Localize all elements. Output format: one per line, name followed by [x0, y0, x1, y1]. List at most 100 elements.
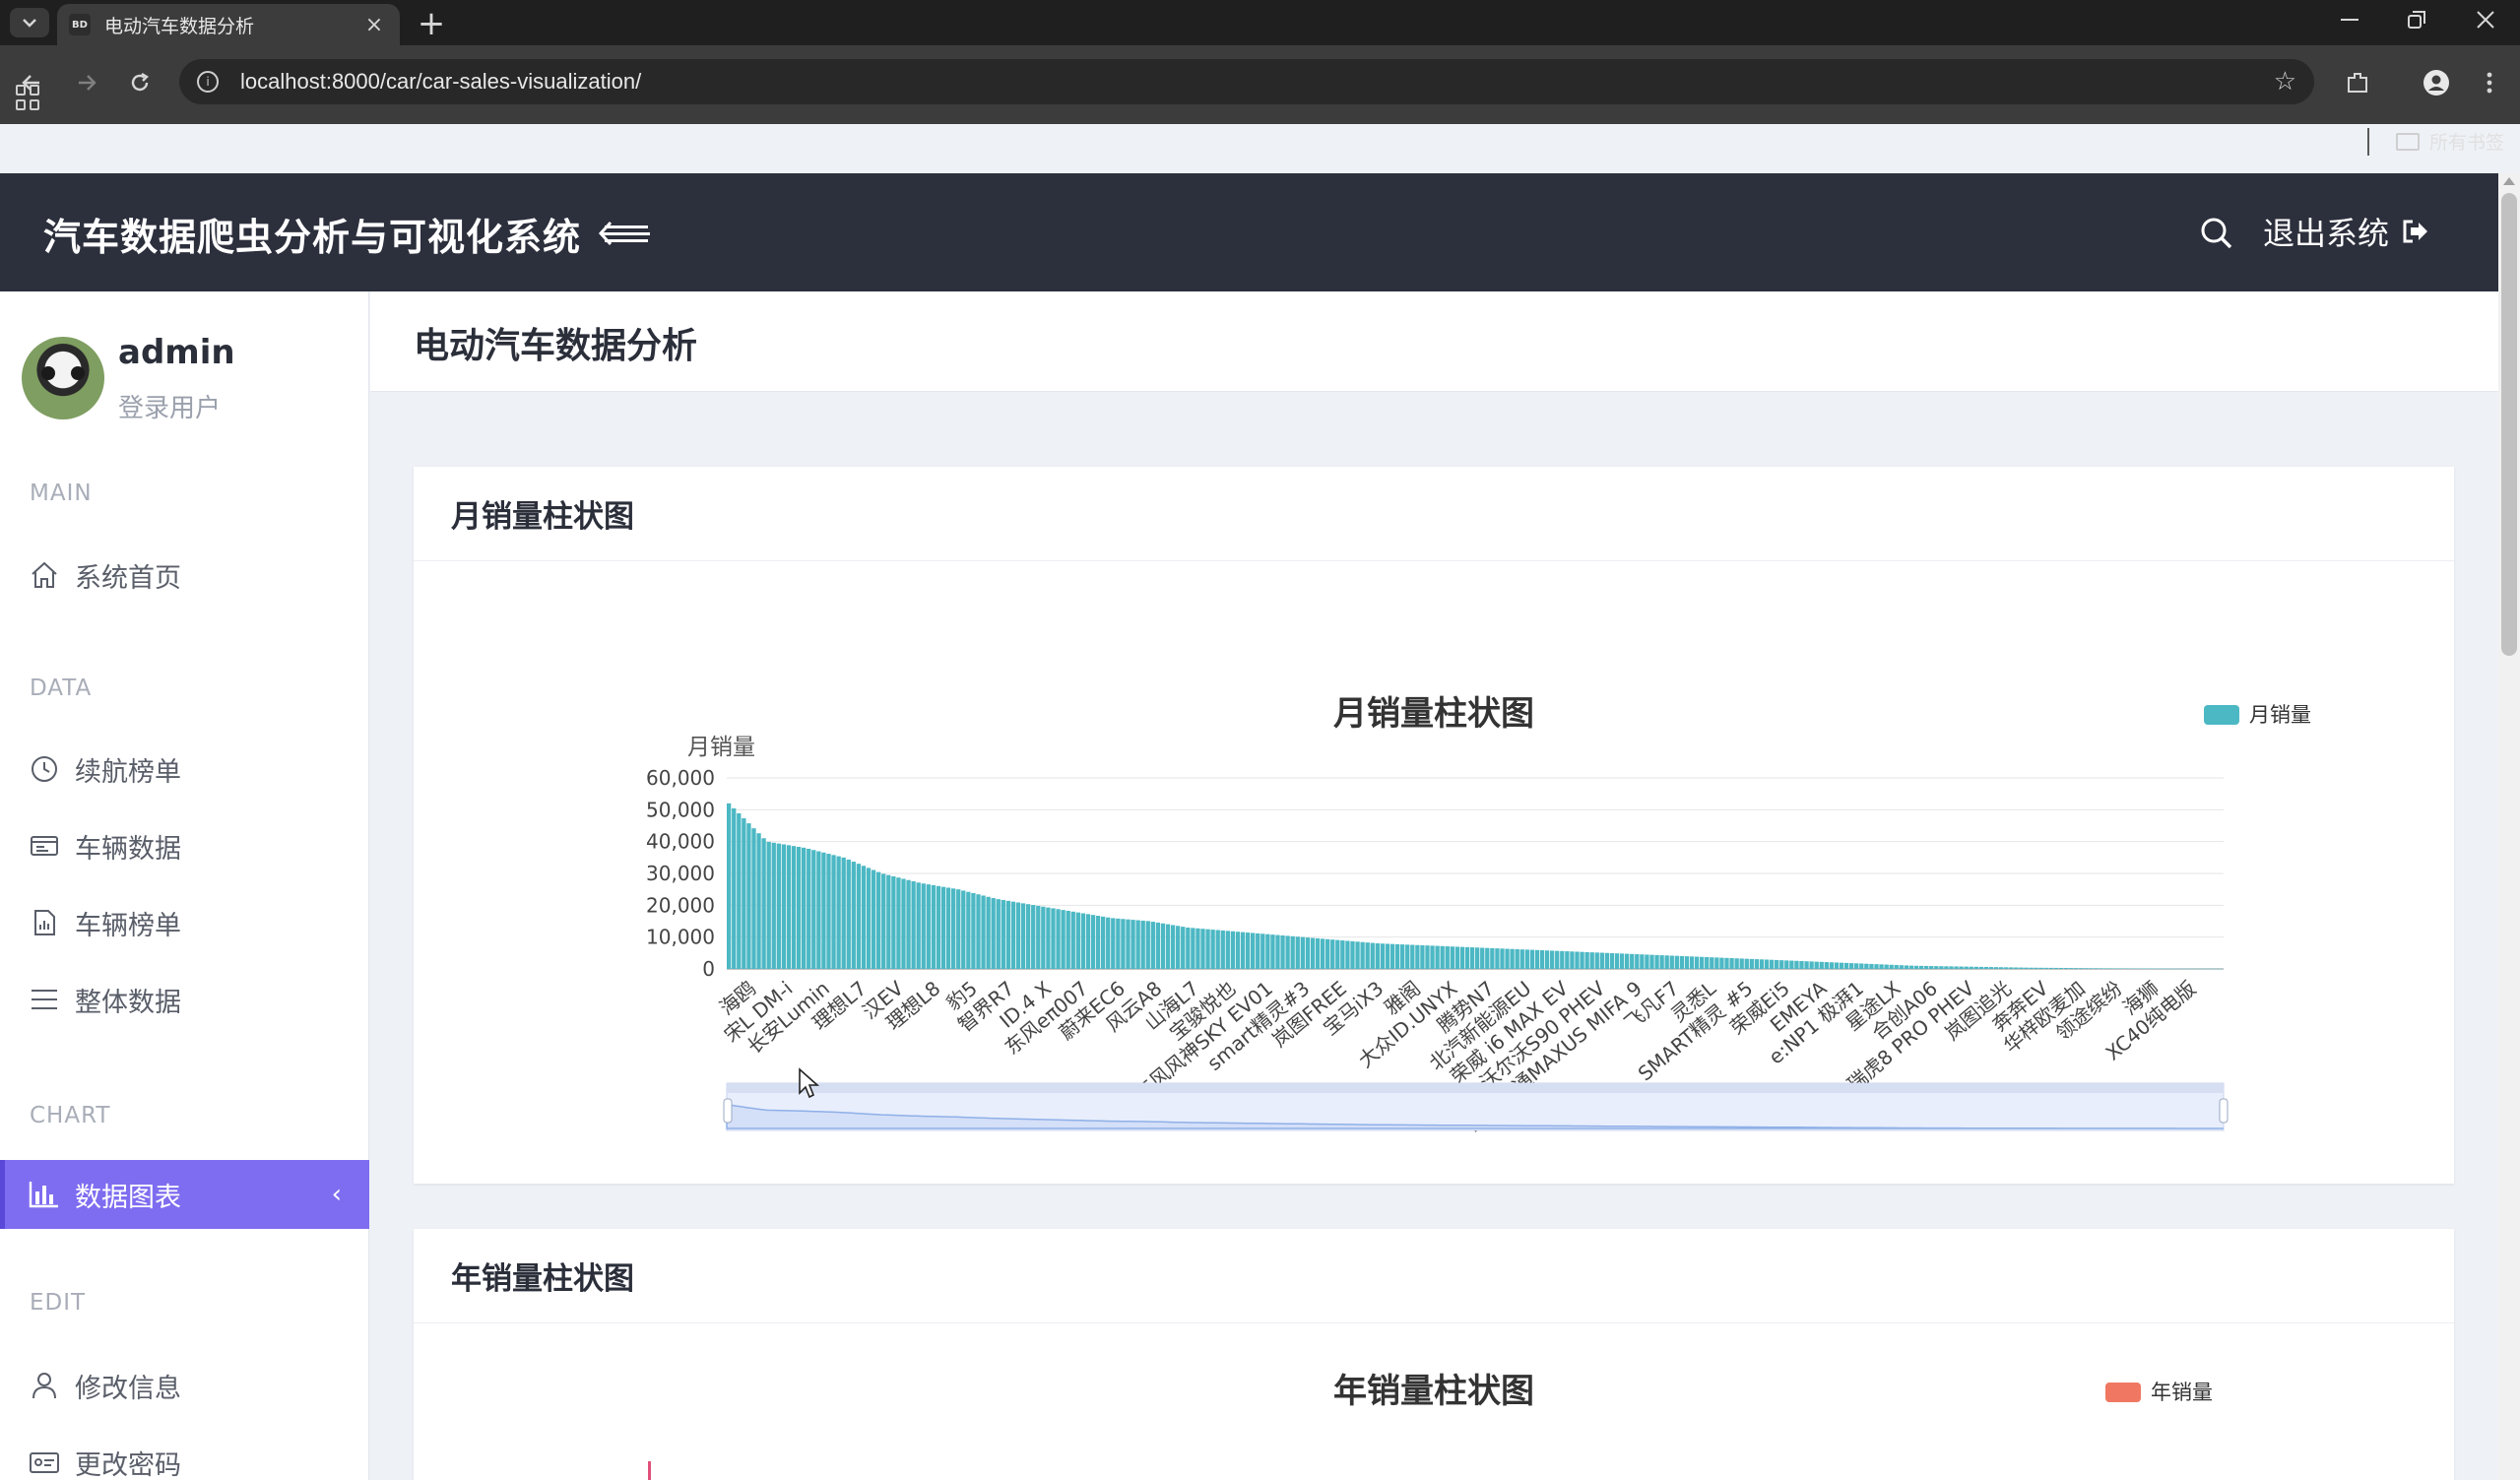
bar[interactable]	[851, 862, 856, 969]
bar[interactable]	[841, 857, 846, 969]
bar[interactable]	[1769, 959, 1775, 969]
bar[interactable]	[945, 887, 951, 969]
bar[interactable]	[1026, 904, 1031, 969]
bar[interactable]	[1694, 956, 1700, 969]
bar[interactable]	[1988, 967, 1994, 969]
bar[interactable]	[981, 895, 986, 969]
bar[interactable]	[2133, 968, 2139, 969]
bar[interactable]	[1440, 945, 1445, 969]
bar[interactable]	[1973, 966, 1978, 969]
bar[interactable]	[1265, 933, 1270, 969]
bar[interactable]	[1929, 966, 1934, 969]
bar[interactable]	[1759, 959, 1765, 969]
restore-icon[interactable]	[2387, 0, 2446, 39]
bar[interactable]	[1924, 965, 1929, 969]
more-menu-icon[interactable]	[2470, 63, 2509, 102]
bar[interactable]	[1454, 946, 1460, 969]
bar[interactable]	[1195, 928, 1200, 969]
bar[interactable]	[2014, 967, 2019, 969]
bar[interactable]	[1724, 957, 1729, 969]
bar[interactable]	[1954, 966, 1959, 969]
bar[interactable]	[2198, 968, 2203, 970]
bar[interactable]	[1749, 958, 1754, 969]
bar[interactable]	[2043, 967, 2048, 969]
bar[interactable]	[1969, 966, 1973, 969]
bar[interactable]	[1215, 930, 1220, 969]
url-text[interactable]: localhost:8000/car/car-sales-visualizati…	[240, 69, 641, 95]
bar[interactable]	[1609, 952, 1615, 969]
bar[interactable]	[781, 844, 787, 969]
bar[interactable]	[766, 841, 771, 969]
bar[interactable]	[856, 864, 862, 969]
bar[interactable]	[2118, 968, 2123, 969]
bar[interactable]	[2108, 968, 2113, 969]
bar[interactable]	[1430, 945, 1435, 969]
bar[interactable]	[1191, 928, 1195, 969]
bar[interactable]	[2154, 968, 2159, 970]
bar[interactable]	[2138, 968, 2144, 970]
bar[interactable]	[871, 869, 876, 969]
bar[interactable]	[1625, 953, 1630, 969]
bar[interactable]	[1983, 966, 1989, 969]
bar[interactable]	[2099, 968, 2103, 969]
bar[interactable]	[836, 856, 841, 969]
bar[interactable]	[1046, 907, 1051, 969]
bar[interactable]	[1843, 962, 1849, 969]
bar[interactable]	[1904, 965, 1909, 969]
bar[interactable]	[1010, 901, 1016, 969]
bar[interactable]	[1519, 949, 1524, 969]
bar[interactable]	[1186, 927, 1191, 969]
bar[interactable]	[2034, 967, 2038, 969]
bar[interactable]	[1051, 908, 1056, 969]
bar[interactable]	[1116, 918, 1121, 969]
bar[interactable]	[1070, 911, 1075, 969]
all-bookmarks-button[interactable]: 所有书签	[2395, 128, 2504, 155]
bar[interactable]	[1464, 946, 1470, 969]
bar[interactable]	[1839, 962, 1844, 969]
bar[interactable]	[1640, 954, 1645, 969]
bar[interactable]	[866, 868, 872, 969]
bar[interactable]	[1884, 964, 1889, 969]
bar[interactable]	[1275, 934, 1280, 969]
bar[interactable]	[796, 847, 802, 969]
bar[interactable]	[1534, 949, 1540, 969]
bar[interactable]	[1131, 920, 1135, 969]
bar[interactable]	[2048, 967, 2053, 969]
bar[interactable]	[756, 833, 761, 969]
sidebar-item-data-charts[interactable]: 数据图表 ‹	[0, 1160, 369, 1229]
bar[interactable]	[891, 875, 896, 969]
bar[interactable]	[1320, 938, 1325, 969]
bar[interactable]	[971, 892, 976, 969]
bar[interactable]	[1360, 941, 1365, 969]
bar[interactable]	[1889, 964, 1894, 969]
bar[interactable]	[1350, 940, 1355, 969]
bar[interactable]	[2123, 968, 2128, 969]
bar[interactable]	[1584, 951, 1589, 969]
bar[interactable]	[1150, 922, 1155, 969]
bar[interactable]	[2038, 967, 2043, 969]
bar[interactable]	[1550, 950, 1555, 969]
bar[interactable]	[1041, 906, 1046, 969]
bar[interactable]	[1300, 936, 1305, 969]
bar[interactable]	[1635, 954, 1640, 969]
bar[interactable]	[1090, 915, 1096, 969]
bar[interactable]	[1400, 944, 1405, 969]
bar[interactable]	[2203, 968, 2209, 970]
bar[interactable]	[1140, 920, 1145, 969]
bar[interactable]	[1829, 962, 1835, 969]
bar[interactable]	[1389, 943, 1395, 969]
bar[interactable]	[1524, 949, 1529, 969]
bar[interactable]	[1036, 905, 1041, 969]
bar[interactable]	[1804, 961, 1809, 969]
bar[interactable]	[1200, 929, 1205, 969]
bar[interactable]	[2053, 967, 2059, 969]
bar[interactable]	[1485, 947, 1490, 969]
bar[interactable]	[1705, 956, 1710, 969]
bar[interactable]	[1270, 934, 1275, 969]
bar[interactable]	[1285, 935, 1290, 969]
bar[interactable]	[1824, 962, 1829, 969]
bar[interactable]	[1964, 966, 1969, 969]
bar[interactable]	[1415, 944, 1420, 969]
bar[interactable]	[1630, 953, 1635, 969]
bar[interactable]	[1235, 932, 1241, 969]
